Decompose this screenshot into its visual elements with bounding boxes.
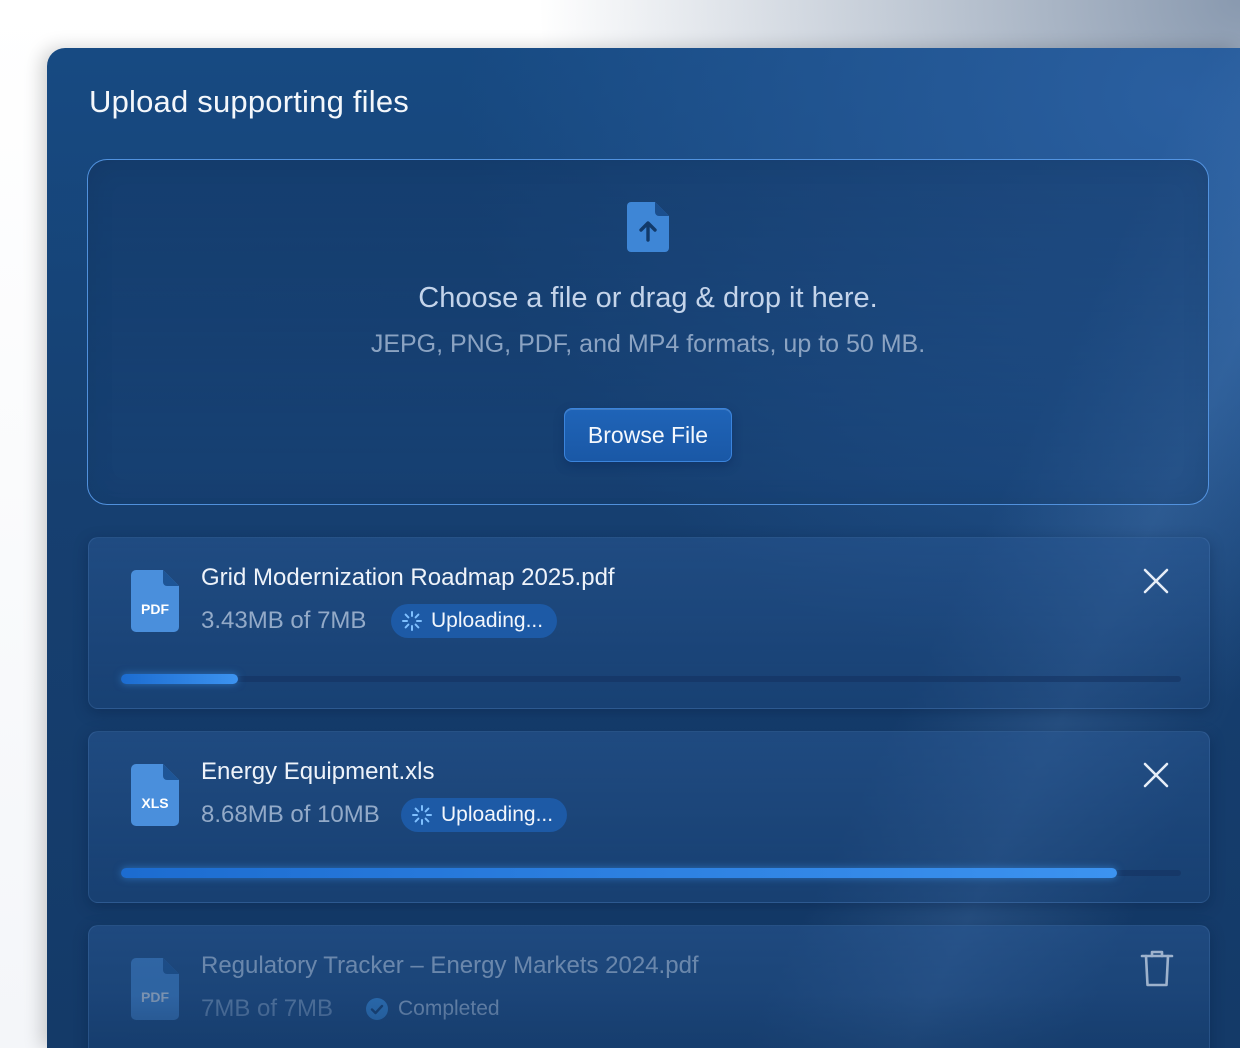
status-badge: Uploading... <box>401 798 568 832</box>
upload-progress-fill <box>121 674 238 684</box>
pdf-file-icon: PDF <box>131 958 179 1020</box>
file-item: XLS Energy Equipment.xls 8.68MB of 10MB … <box>88 731 1210 903</box>
browse-file-button[interactable]: Browse File <box>564 408 732 462</box>
status-badge: Completed <box>365 992 500 1026</box>
check-circle-icon <box>366 998 388 1020</box>
file-type-label: PDF <box>141 989 169 1005</box>
close-icon[interactable] <box>1141 566 1171 596</box>
dropzone-headline: Choose a file or drag & drop it here. <box>418 282 878 314</box>
file-type-label: XLS <box>141 795 168 811</box>
status-label: Completed <box>398 997 500 1020</box>
file-dropzone[interactable]: Choose a file or drag & drop it here. JE… <box>87 159 1209 505</box>
file-type-label: PDF <box>141 601 169 617</box>
file-name: Grid Modernization Roadmap 2025.pdf <box>201 564 615 591</box>
panel-title: Upload supporting files <box>89 84 409 119</box>
pdf-file-icon: PDF <box>131 570 179 632</box>
file-size: 8.68MB of 10MB <box>201 801 380 828</box>
spinner-icon <box>402 611 422 631</box>
status-badge: Uploading... <box>391 604 558 638</box>
file-item: PDF Regulatory Tracker – Energy Markets … <box>88 925 1210 1048</box>
xls-file-icon: XLS <box>131 764 179 826</box>
file-name: Regulatory Tracker – Energy Markets 2024… <box>201 952 699 979</box>
upload-progress-bar <box>121 674 1181 684</box>
file-size: 3.43MB of 7MB <box>201 607 367 634</box>
spinner-icon <box>412 805 432 825</box>
upload-progress-fill <box>121 868 1118 878</box>
file-item-content: PDF Regulatory Tracker – Energy Markets … <box>89 926 1209 1048</box>
status-label: Uploading... <box>441 803 554 826</box>
file-name: Energy Equipment.xls <box>201 758 435 785</box>
close-icon[interactable] <box>1141 760 1171 790</box>
status-label: Uploading... <box>431 609 544 632</box>
file-upload-icon <box>627 202 669 252</box>
file-size: 7MB of 7MB <box>201 995 334 1022</box>
trash-icon[interactable] <box>1139 948 1175 988</box>
upload-progress-bar <box>121 868 1181 878</box>
file-item: PDF Grid Modernization Roadmap 2025.pdf … <box>88 537 1210 709</box>
upload-panel: Upload supporting files Choose a file or… <box>47 48 1240 1048</box>
dropzone-format-hint: JEPG, PNG, PDF, and MP4 formats, up to 5… <box>370 330 926 358</box>
